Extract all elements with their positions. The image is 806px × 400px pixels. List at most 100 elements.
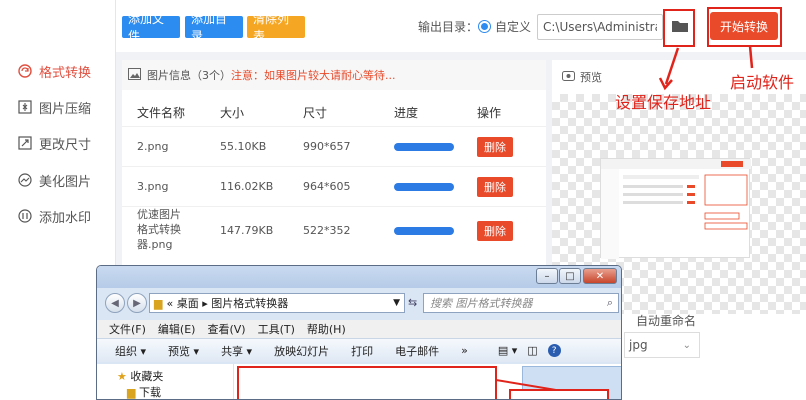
panel-title: 图片信息（3个） (147, 69, 231, 82)
add-directory-button[interactable]: 添加目录 (185, 12, 243, 43)
forward-icon[interactable]: ▶ (127, 293, 147, 313)
table-row: 2.png 55.10KB 990*657 删除 (122, 126, 546, 166)
folder-icon: ▆ (154, 296, 163, 310)
arrow-to-file (496, 379, 557, 391)
sidebar-item-format-convert[interactable]: 格式转换 (0, 56, 116, 86)
file-size: 147.79KB (220, 224, 274, 237)
file-area (233, 364, 621, 399)
menu-file[interactable]: 文件(F) (109, 321, 146, 337)
file-size: 116.02KB (220, 180, 274, 193)
pane-icon[interactable]: ◫ (527, 344, 537, 357)
delete-button[interactable]: 删除 (477, 177, 513, 197)
file-name: 优速图片 格式转换 器.png (137, 207, 181, 252)
view-options-icon[interactable]: ▤ ▾ (498, 344, 517, 357)
sidebar-item-label: 格式转换 (39, 65, 92, 81)
cmd-share[interactable]: 共享 ▾ (221, 343, 252, 359)
sidebar-item-watermark[interactable]: 添加水印 (0, 201, 116, 231)
add-file-button[interactable]: 添加文件 (122, 12, 180, 43)
eye-icon (562, 70, 575, 84)
menu-help[interactable]: 帮助(H) (307, 321, 346, 337)
file-dims: 964*605 (303, 180, 351, 193)
navigation-pane: ★ 收藏夹 ▆ 下载 (97, 364, 233, 399)
menu-edit[interactable]: 编辑(E) (158, 321, 196, 337)
sidebar-item-label: 添加水印 (39, 210, 92, 226)
format-select[interactable]: jpg ⌄ (624, 332, 700, 358)
header-progress: 进度 (394, 106, 419, 120)
compress-icon (16, 98, 34, 116)
file-name-line: 器.png (137, 238, 173, 251)
delete-button[interactable]: 删除 (477, 221, 513, 241)
cmd-organize[interactable]: 组织 ▾ (115, 343, 146, 359)
cmd-print[interactable]: 打印 (351, 343, 373, 359)
back-icon[interactable]: ◀ (105, 293, 125, 313)
header-size: 大小 (220, 106, 245, 120)
nav-item-downloads[interactable]: ▆ 下载 (127, 384, 161, 399)
highlight-box-folder (663, 9, 695, 47)
file-name: 2.png (137, 140, 169, 153)
command-bar: 组织 ▾ 预览 ▾ 共享 ▾ 放映幻灯片 打印 电子邮件 » ▤ ▾ ◫ ? (97, 338, 621, 362)
close-button[interactable]: ✕ (583, 268, 617, 284)
sidebar-item-compress[interactable]: 图片压缩 (0, 92, 116, 122)
sidebar-item-resize[interactable]: 更改尺寸 (0, 128, 116, 158)
progress-bar (394, 143, 454, 151)
sidebar-item-beautify[interactable]: 美化图片 (0, 165, 116, 195)
breadcrumb: « 桌面 ▸ 图片格式转换器 (166, 297, 289, 310)
top-toolbar: 添加文件 添加目录 清除列表 输出目录： 自定义 开始转换 (116, 0, 806, 52)
nav-label: 收藏夹 (130, 370, 164, 383)
file-name: 3.png (137, 180, 169, 193)
search-input[interactable]: 搜索 图片格式转换器 ⌕ (423, 293, 619, 313)
refresh-icon[interactable]: ⇆ (408, 296, 417, 309)
preview-header: 预览 (562, 69, 602, 85)
watermark-icon (16, 207, 34, 225)
address-box[interactable]: ▆ « 桌面 ▸ 图片格式转换器 ▼ (149, 293, 405, 313)
star-icon: ★ (117, 370, 127, 383)
custom-radio[interactable]: 自定义 (478, 18, 531, 35)
preview-title: 预览 (580, 71, 602, 84)
header-dims: 尺寸 (303, 106, 328, 120)
file-name-line: 优速图片 (137, 208, 181, 221)
download-folder-icon: ▆ (127, 386, 136, 399)
refresh-icon (16, 62, 34, 80)
cmd-slideshow[interactable]: 放映幻灯片 (274, 343, 329, 359)
nav-item-favorites[interactable]: ★ 收藏夹 (117, 368, 163, 384)
clear-list-button[interactable]: 清除列表 (247, 12, 305, 43)
radio-dot (478, 20, 491, 33)
panel-warning: 注意：如果图片较大请耐心等待... (231, 69, 396, 82)
sidebar-item-label: 图片压缩 (39, 101, 92, 117)
sidebar-item-label: 更改尺寸 (39, 137, 92, 153)
maximize-button[interactable]: □ (559, 268, 581, 284)
annotation-start-software: 启动软件 (730, 73, 795, 92)
chevron-down-icon: ⌄ (682, 339, 691, 351)
image-icon (128, 67, 141, 83)
file-dims: 522*352 (303, 224, 351, 237)
panel-header: 图片信息（3个） 注意：如果图片较大请耐心等待... (122, 60, 546, 90)
menu-tools[interactable]: 工具(T) (258, 321, 295, 337)
progress-bar (394, 227, 454, 235)
highlight-box-files (237, 366, 497, 399)
output-dir-label: 输出目录： (418, 20, 479, 34)
radio-label: 自定义 (495, 20, 532, 34)
progress-bar (394, 183, 454, 191)
sidebar-item-label: 美化图片 (39, 174, 92, 190)
help-icon[interactable]: ? (547, 344, 561, 357)
address-bar-row: ◀ ▶ ▆ « 桌面 ▸ 图片格式转换器 ▼ ⇆ 搜索 图片格式转换器 ⌕ (105, 290, 619, 316)
minimize-button[interactable]: – (536, 268, 558, 284)
cmd-more[interactable]: » (461, 344, 468, 357)
delete-button[interactable]: 删除 (477, 137, 513, 157)
auto-rename-label: 自动重命名 (636, 314, 697, 328)
output-path-input[interactable] (537, 14, 663, 40)
menu-view[interactable]: 查看(V) (207, 321, 245, 337)
file-name-line: 格式转换 (137, 223, 181, 236)
format-value: jpg (629, 338, 648, 352)
highlight-box-start (707, 7, 782, 47)
file-size: 55.10KB (220, 140, 267, 153)
explorer-window: – □ ✕ ◀ ▶ ▆ « 桌面 ▸ 图片格式转换器 ▼ ⇆ 搜索 图片格式转换… (96, 265, 622, 400)
explorer-titlebar[interactable]: – □ ✕ (97, 266, 621, 288)
cmd-email[interactable]: 电子邮件 (395, 343, 439, 359)
resize-icon (16, 134, 34, 152)
file-dims: 990*657 (303, 140, 351, 153)
preview-thumbnail (600, 158, 751, 259)
table-header: 文件名称 大小 尺寸 进度 操作 (122, 96, 546, 124)
cmd-preview[interactable]: 预览 ▾ (168, 343, 199, 359)
header-action: 操作 (477, 106, 502, 120)
